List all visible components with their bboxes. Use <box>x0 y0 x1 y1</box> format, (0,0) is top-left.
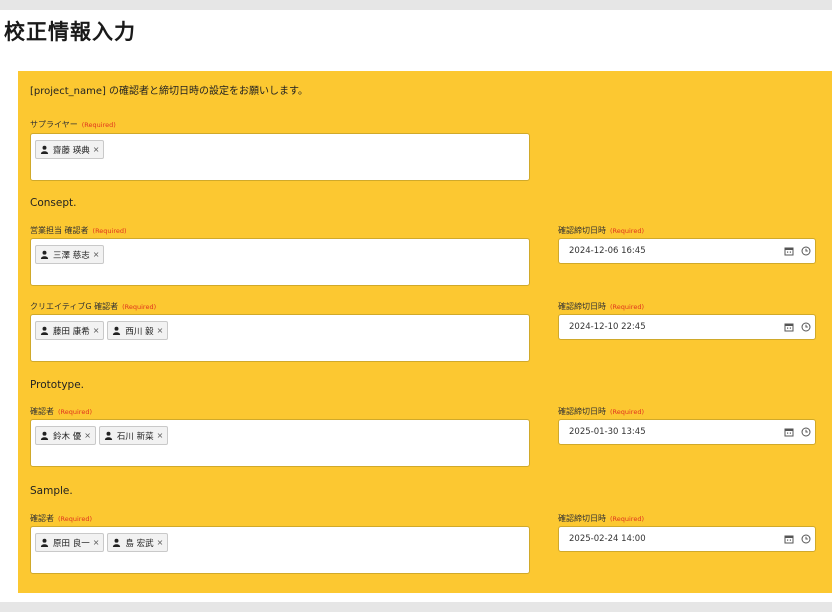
proofreading-form-panel: [project_name] の確認者と締切日時の設定をお願いします。 サプライ… <box>18 71 832 593</box>
user-tag: 三澤 慈志 × <box>35 245 105 264</box>
consept-creative-label: クリエイティブG 確認者 (Required) <box>30 301 156 312</box>
user-icon <box>113 326 121 335</box>
field-label-text: 営業担当 確認者 <box>30 226 89 235</box>
required-marker: (Required) <box>610 227 645 235</box>
tag-list: 藤田 康希 × 西川 毅 × <box>35 321 169 340</box>
deadline-value: 2025-01-30 13:45 <box>569 427 646 437</box>
field-label-text: 確認締切日時 <box>558 514 606 523</box>
field-label-text: 確認締切日時 <box>558 302 606 311</box>
consept-sales-deadline-label: 確認締切日時 (Required) <box>558 225 644 236</box>
field-label-text: クリエイティブG 確認者 <box>30 302 119 311</box>
consept-creative-deadline-label: 確認締切日時 (Required) <box>558 301 644 312</box>
calendar-icon[interactable] <box>784 246 794 256</box>
sample-deadline-label: 確認締切日時 (Required) <box>558 513 644 524</box>
required-marker: (Required) <box>92 227 127 235</box>
page-title: 校正情報入力 <box>4 20 136 44</box>
tag-name: 西川 毅 <box>125 326 154 337</box>
close-icon[interactable]: × <box>93 538 100 547</box>
section-heading-consept: Consept. <box>30 197 77 209</box>
close-icon[interactable]: × <box>157 538 164 547</box>
required-marker: (Required) <box>58 515 93 523</box>
close-icon[interactable]: × <box>157 326 164 335</box>
prototype-deadline-label: 確認締切日時 (Required) <box>558 406 644 417</box>
tag-list: 三澤 慈志 × <box>35 245 105 264</box>
prototype-tag-input[interactable]: 鈴木 優 × 石川 新菜 × <box>30 419 530 467</box>
close-icon[interactable]: × <box>84 431 91 440</box>
tag-name: 三澤 慈志 <box>53 250 90 261</box>
deadline-value: 2024-12-06 16:45 <box>569 246 646 256</box>
required-marker: (Required) <box>610 515 645 523</box>
date-picker-icons <box>784 246 811 256</box>
calendar-icon[interactable] <box>784 427 794 437</box>
sample-tag-input[interactable]: 原田 良一 × 島 宏武 × <box>30 526 530 574</box>
close-icon[interactable]: × <box>93 326 100 335</box>
user-icon <box>40 538 49 547</box>
user-tag: 鈴木 優 × <box>35 426 96 445</box>
intro-text: [project_name] の確認者と締切日時の設定をお願いします。 <box>30 86 309 97</box>
tag-list: 鈴木 優 × 石川 新菜 × <box>35 426 169 445</box>
user-tag: 西川 毅 × <box>107 321 169 340</box>
required-marker: (Required) <box>58 408 93 416</box>
section-heading-sample: Sample. <box>30 485 73 497</box>
supplier-label-text: サプライヤー <box>30 120 78 129</box>
consept-creative-tag-input[interactable]: 藤田 康希 × 西川 毅 × <box>30 314 530 362</box>
user-tag: 齋藤 瑛典 × <box>35 140 105 159</box>
user-tag: 藤田 康希 × <box>35 321 105 340</box>
date-picker-icons <box>784 534 811 544</box>
field-label-text: 確認者 <box>30 514 54 523</box>
calendar-icon[interactable] <box>784 534 794 544</box>
user-icon <box>113 538 121 547</box>
date-picker-icons <box>784 322 811 332</box>
prototype-deadline-input[interactable]: 2025-01-30 13:45 <box>558 419 816 445</box>
close-icon[interactable]: × <box>93 145 100 154</box>
prototype-confirmer-label: 確認者 (Required) <box>30 406 92 417</box>
tag-list: 齋藤 瑛典 × <box>35 140 105 159</box>
required-marker: (Required) <box>610 408 645 416</box>
user-icon <box>40 431 49 440</box>
bottom-bar <box>0 602 832 612</box>
deadline-value: 2025-02-24 14:00 <box>569 534 646 544</box>
tag-name: 鈴木 優 <box>53 431 82 442</box>
consept-sales-tag-input[interactable]: 三澤 慈志 × <box>30 238 530 286</box>
calendar-icon[interactable] <box>784 322 794 332</box>
clock-icon[interactable] <box>801 534 811 544</box>
consept-creative-deadline-input[interactable]: 2024-12-10 22:45 <box>558 314 816 340</box>
user-icon <box>40 250 49 259</box>
deadline-value: 2024-12-10 22:45 <box>569 322 646 332</box>
date-picker-icons <box>784 427 811 437</box>
field-label-text: 確認者 <box>30 407 54 416</box>
sample-deadline-input[interactable]: 2025-02-24 14:00 <box>558 526 816 552</box>
required-marker: (Required) <box>610 303 645 311</box>
tag-name: 藤田 康希 <box>53 326 90 337</box>
page: 校正情報入力 [project_name] の確認者と締切日時の設定をお願いしま… <box>0 10 832 602</box>
tag-name: 島 宏武 <box>125 538 154 549</box>
user-tag: 原田 良一 × <box>35 533 105 552</box>
required-marker: (Required) <box>81 121 116 129</box>
section-heading-prototype: Prototype. <box>30 379 84 391</box>
user-icon <box>40 145 49 154</box>
consept-sales-label: 営業担当 確認者 (Required) <box>30 225 127 236</box>
clock-icon[interactable] <box>801 322 811 332</box>
field-label-text: 確認締切日時 <box>558 407 606 416</box>
supplier-label: サプライヤー (Required) <box>30 119 116 130</box>
sample-confirmer-label: 確認者 (Required) <box>30 513 92 524</box>
clock-icon[interactable] <box>801 427 811 437</box>
tag-name: 原田 良一 <box>53 538 90 549</box>
required-marker: (Required) <box>122 303 157 311</box>
close-icon[interactable]: × <box>157 431 164 440</box>
field-label-text: 確認締切日時 <box>558 226 606 235</box>
user-icon <box>104 431 113 440</box>
supplier-tag-input[interactable]: 齋藤 瑛典 × <box>30 133 530 181</box>
close-icon[interactable]: × <box>93 250 100 259</box>
user-tag: 石川 新菜 × <box>98 426 169 445</box>
user-icon <box>40 326 49 335</box>
tag-name: 石川 新菜 <box>116 431 154 442</box>
user-tag: 島 宏武 × <box>107 533 169 552</box>
tag-list: 原田 良一 × 島 宏武 × <box>35 533 169 552</box>
consept-sales-deadline-input[interactable]: 2024-12-06 16:45 <box>558 238 816 264</box>
clock-icon[interactable] <box>801 246 811 256</box>
tag-name: 齋藤 瑛典 <box>53 145 90 156</box>
